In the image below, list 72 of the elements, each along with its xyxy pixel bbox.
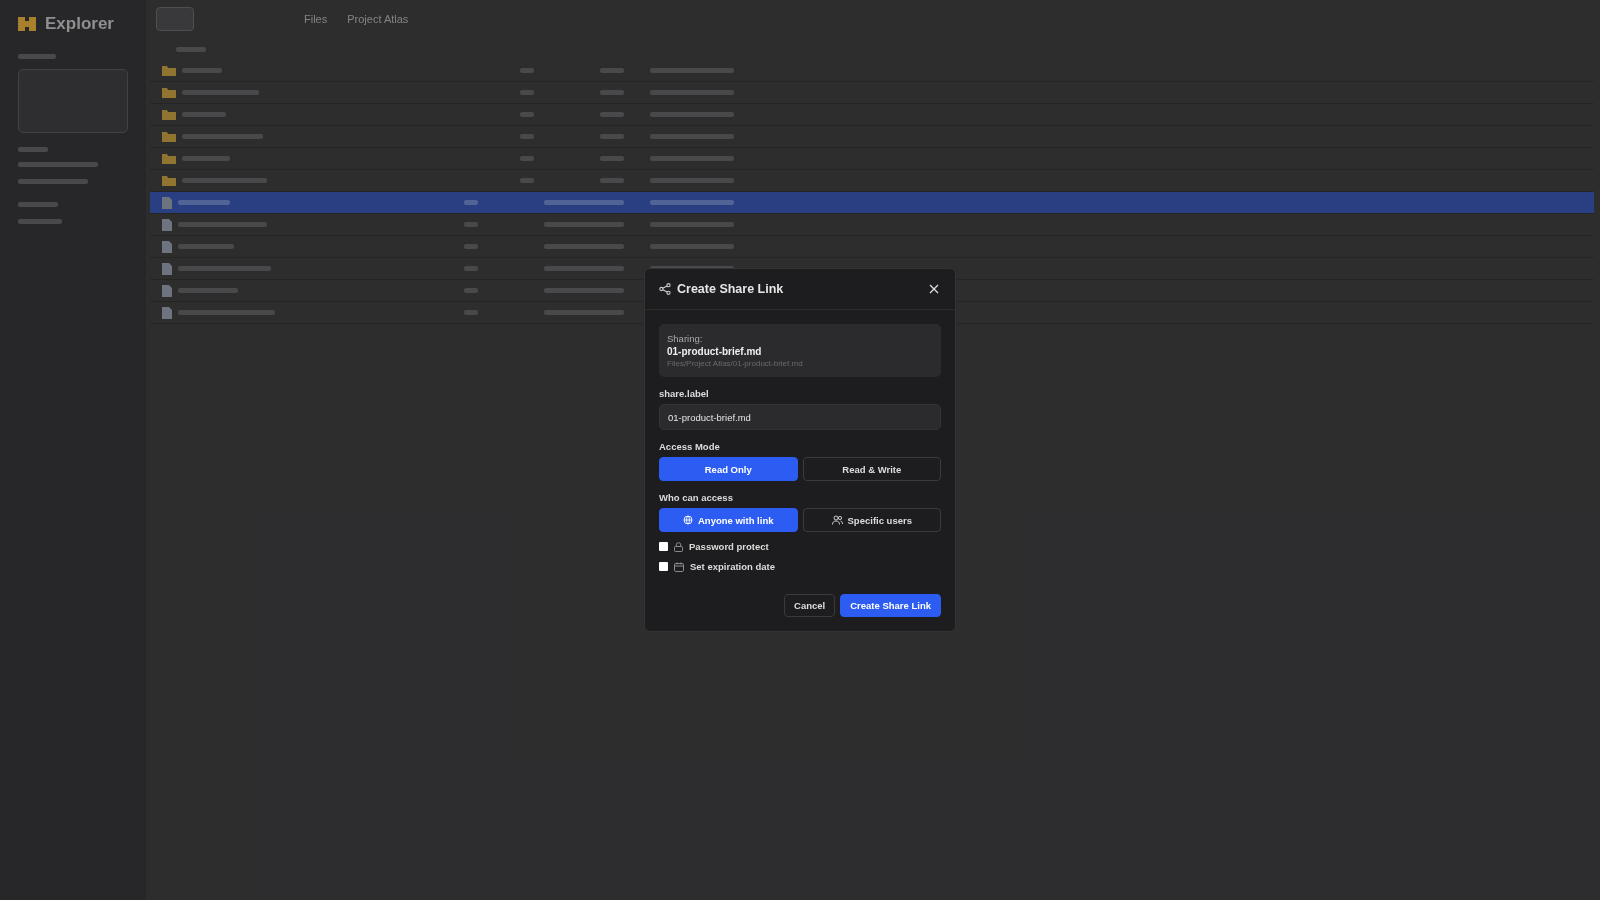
blurred-label [18,179,88,184]
new-button[interactable] [156,7,194,31]
blurred-label [464,288,478,293]
sharing-caption: Sharing: [667,333,704,344]
blurred-label [520,178,534,183]
file-icon [162,262,172,275]
close-button[interactable] [927,282,941,296]
blurred-label [182,68,222,73]
dialog-title: Create Share Link [677,282,785,296]
field-label: share.label [659,388,710,399]
blurred-label [600,112,624,117]
checkbox-label: Set expiration date [690,561,775,572]
blurred-label [18,219,62,224]
file-icon [162,284,172,297]
blurred-label [600,156,624,161]
blurred-label [178,200,230,205]
blurred-label [600,90,624,95]
blurred-label [464,222,478,227]
label-input-field[interactable]: 01-product-brief.md [659,404,941,430]
blurred-label [178,244,234,249]
blurred-label [178,288,238,293]
blurred-label [182,156,230,161]
blurred-label [182,112,226,117]
blurred-label [600,68,624,73]
close-icon [929,284,939,294]
logo-icon [18,17,36,31]
blurred-label [18,147,48,152]
globe-icon [683,515,693,525]
blurred-label [520,134,534,139]
file-row[interactable] [150,192,1594,214]
blurred-label [520,156,534,161]
app-title: Explorer [45,14,114,34]
blurred-label [520,112,534,117]
section-label: Access Mode [659,441,721,452]
file-name: 01-product-brief.md [667,346,763,357]
blurred-label [464,244,478,249]
blurred-label [600,178,624,183]
checkbox[interactable] [659,542,668,551]
create-button[interactable]: Create Share Link [840,594,941,617]
access-option[interactable]: Specific users [802,508,941,532]
calendar-icon [674,561,684,572]
access-mode-option[interactable]: Read & Write [802,457,941,481]
folder-icon [162,153,176,164]
share-icon [659,283,671,295]
access-mode-option[interactable]: Read Only [659,457,798,481]
blurred-label [464,266,478,271]
blurred-label [18,202,58,207]
blurred-label [520,90,534,95]
file-icon [162,218,172,231]
blurred-label [18,54,56,59]
blurred-label [176,46,206,52]
users-icon [831,515,843,525]
cancel-button[interactable]: Cancel [784,594,836,617]
breadcrumb-item[interactable]: Files [304,13,328,25]
access-option[interactable]: Anyone with link [659,508,798,532]
blurred-label [520,68,534,73]
lock-icon [674,541,683,552]
breadcrumb-item[interactable]: Project Atlas [347,13,409,25]
blurred-label [464,310,478,315]
folder-icon [162,131,176,142]
blurred-label [600,134,624,139]
file-icon [162,240,172,253]
file-icon [162,306,172,319]
folder-icon [162,175,176,186]
blurred-label [464,200,478,205]
folder-icon [162,109,176,120]
checkbox[interactable] [659,562,668,571]
folder-icon [162,65,176,76]
section-label: Who can access [659,492,734,503]
file-icon [162,196,172,209]
checkbox-label: Password protect [689,541,769,552]
folder-icon [162,87,176,98]
